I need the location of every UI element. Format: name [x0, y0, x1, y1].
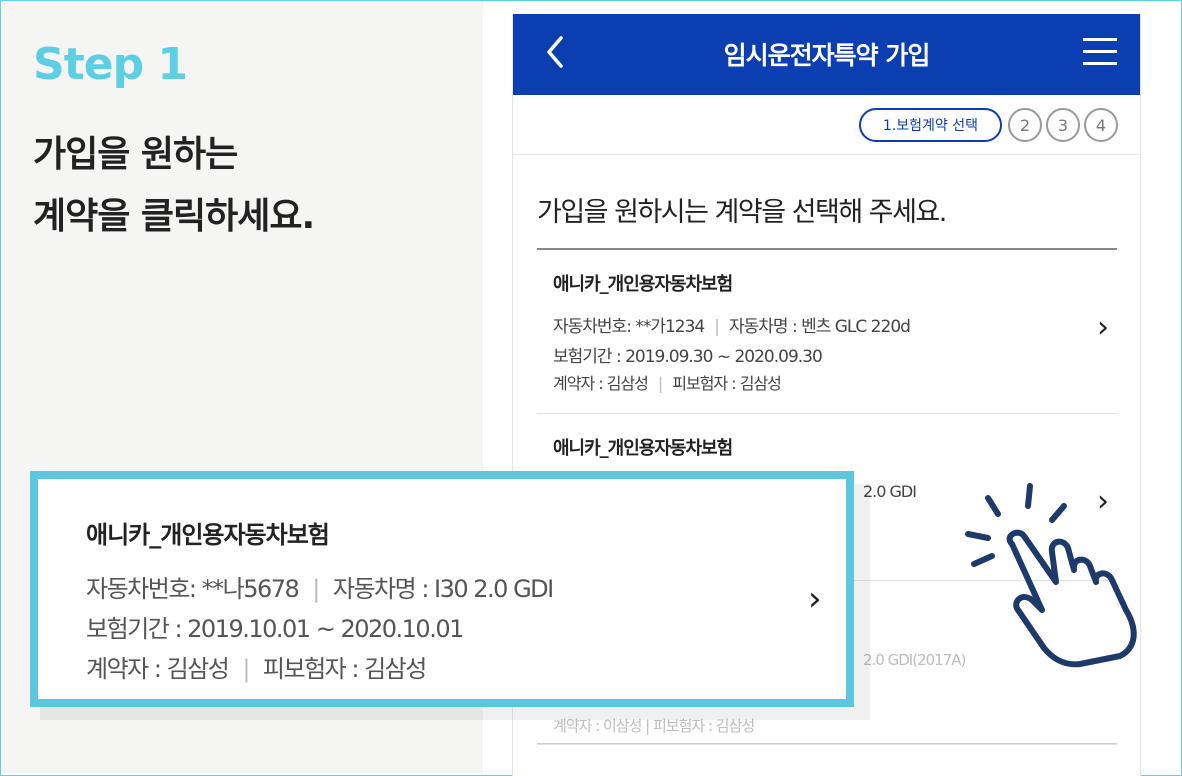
car-number: 자동차번호: **가1234	[553, 317, 705, 337]
contract-name: 애니카_개인용자동차보험	[553, 274, 733, 295]
step-4: 4	[1084, 108, 1118, 142]
contract-persons-line: 계약자 : 김삼성 | 피보험자 : 김삼성	[553, 374, 782, 393]
insurance-period: 보험기간 : 2019.10.01 ~ 2020.10.01	[86, 615, 464, 643]
car-name: 자동차명 : 벤츠 GLC 220d	[728, 317, 911, 337]
instruction-line-1: 가입을 원하는	[33, 134, 238, 175]
insured: 피보험자 : 김삼성	[672, 374, 782, 393]
step-3: 3	[1046, 108, 1080, 142]
contract-vehicle-line: 자동차번호: **가1234 | 자동차명 : 벤츠 GLC 220d	[553, 317, 911, 337]
contract-name: 애니카_개인용자동차보험	[553, 438, 733, 459]
contractor: 계약자 : 김삼성	[86, 655, 230, 683]
car-number: 자동차번호: **나5678	[86, 575, 300, 603]
chevron-right-icon[interactable]: ›	[808, 579, 822, 619]
chevron-right-icon[interactable]: ›	[1097, 310, 1109, 345]
contract-vehicle-line: 자동차번호: **나5678 | 자동차명 : I30 2.0 GDI	[86, 575, 554, 603]
insurance-period: 보험기간 : 2019.09.30 ~ 2020.09.30	[553, 347, 823, 367]
step-1-active: 1.보험계약 선택	[858, 108, 1002, 142]
instruction-line-2: 계약을 클릭하세요.	[33, 196, 315, 237]
contract-name: 애니카_개인용자동차보험	[86, 521, 330, 549]
divider	[537, 743, 1117, 744]
pointing-hand-icon	[965, 483, 1137, 668]
car-name-partial: 2.0 GDI(2017A)	[863, 651, 966, 669]
divider	[513, 154, 1140, 155]
app-header: 임시운전자특약 가입	[513, 14, 1140, 95]
zoomed-contract-card[interactable]: 애니카_개인용자동차보험 자동차번호: **나5678 | 자동차명 : I30 2…	[30, 471, 854, 707]
step-2: 2	[1008, 108, 1042, 142]
step-title: Step 1	[33, 39, 188, 90]
step-indicator: 1.보험계약 선택 2 3 4	[858, 108, 1118, 142]
contract-persons-line: 계약자 : 김삼성 | 피보험자 : 김삼성	[86, 655, 427, 683]
contract-item[interactable]: 애니카_개인용자동차보험 자동차번호: **가1234 | 자동차명 : 벤츠 GL…	[537, 250, 1117, 414]
page-title: 임시운전자특약 가입	[723, 41, 931, 70]
car-name-partial: 2.0 GDI	[863, 482, 917, 501]
contractor: 계약자 : 김삼성	[553, 374, 649, 393]
car-name: 자동차명 : I30 2.0 GDI	[332, 575, 554, 603]
insured: 피보험자 : 김삼성	[262, 655, 427, 683]
selection-prompt: 가입을 원하시는 계약을 선택해 주세요.	[537, 197, 947, 228]
hamburger-menu-icon[interactable]	[1083, 38, 1117, 66]
